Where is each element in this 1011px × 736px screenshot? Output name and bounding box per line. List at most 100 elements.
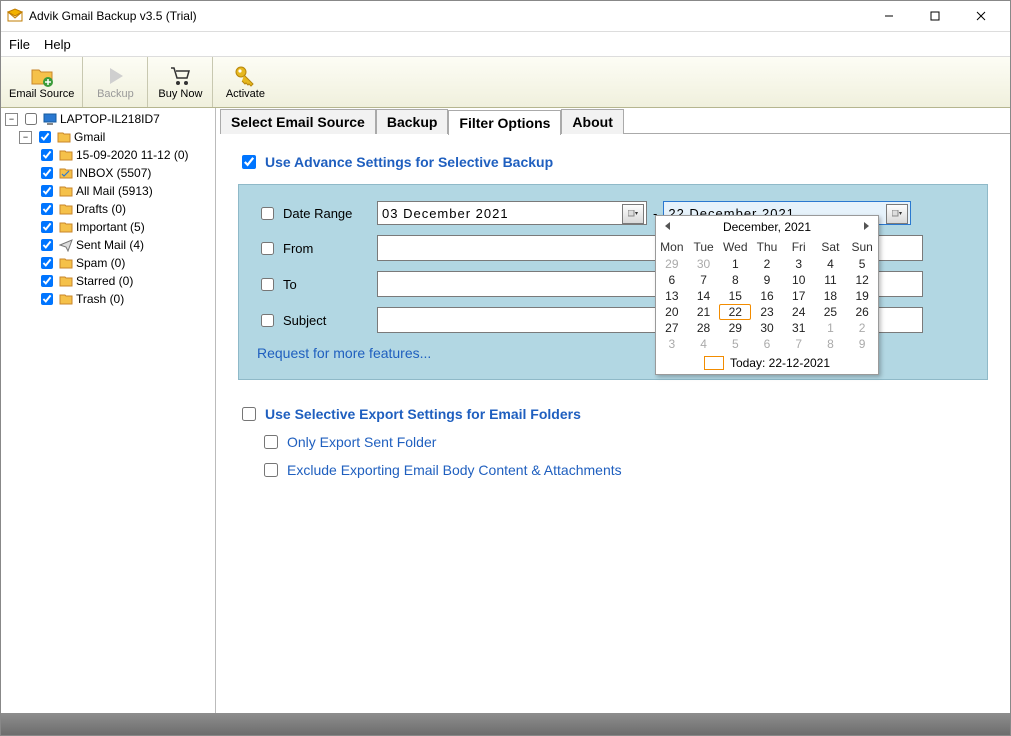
date-from-dropdown[interactable] <box>622 204 644 224</box>
toolbar-activate[interactable]: Activate <box>213 57 277 107</box>
calendar-day[interactable]: 9 <box>846 336 878 352</box>
calendar-day[interactable]: 14 <box>688 288 720 304</box>
close-button[interactable] <box>958 1 1004 31</box>
calendar-day[interactable]: 28 <box>688 320 720 336</box>
date-picker-popup[interactable]: December, 2021 MonTueWedThuFriSatSun 293… <box>655 215 879 375</box>
calendar-day[interactable]: 10 <box>783 272 815 288</box>
calendar-day[interactable]: 22 <box>719 304 751 320</box>
tree-checkbox[interactable] <box>41 149 53 161</box>
calendar-prev[interactable] <box>662 220 674 232</box>
calendar-day[interactable]: 29 <box>656 256 688 272</box>
calendar-today-label[interactable]: Today: 22-12-2021 <box>730 356 830 370</box>
calendar-day[interactable]: 13 <box>656 288 688 304</box>
calendar-day[interactable]: 7 <box>688 272 720 288</box>
tree-checkbox[interactable] <box>41 221 53 233</box>
calendar-dow: Fri <box>783 238 815 256</box>
calendar-day[interactable]: 4 <box>688 336 720 352</box>
date-to-dropdown[interactable] <box>886 204 908 224</box>
calendar-day[interactable]: 8 <box>719 272 751 288</box>
calendar-day[interactable]: 26 <box>846 304 878 320</box>
expand-toggle[interactable]: − <box>19 131 32 144</box>
to-label: To <box>283 277 297 292</box>
maximize-button[interactable] <box>912 1 958 31</box>
calendar-day[interactable]: 15 <box>719 288 751 304</box>
calendar-day[interactable]: 18 <box>815 288 847 304</box>
calendar-day[interactable]: 29 <box>719 320 751 336</box>
calendar-day[interactable]: 30 <box>688 256 720 272</box>
calendar-day[interactable]: 8 <box>815 336 847 352</box>
toolbar-email-source[interactable]: Email Source <box>1 57 83 107</box>
tree-folder[interactable]: All Mail (5913) <box>1 182 215 200</box>
calendar-day[interactable]: 16 <box>751 288 783 304</box>
use-selective-export-checkbox[interactable] <box>242 407 256 421</box>
calendar-day[interactable]: 4 <box>815 256 847 272</box>
tree-checkbox[interactable] <box>39 131 51 143</box>
minimize-button[interactable] <box>866 1 912 31</box>
tree-checkbox[interactable] <box>41 257 53 269</box>
tab-about[interactable]: About <box>561 109 623 134</box>
folder-tree[interactable]: − LAPTOP-IL218ID7 − Gmail 15-09-2020 11-… <box>1 108 216 713</box>
from-checkbox[interactable] <box>261 242 274 255</box>
calendar-day[interactable]: 9 <box>751 272 783 288</box>
calendar-day[interactable]: 21 <box>688 304 720 320</box>
calendar-day[interactable]: 7 <box>783 336 815 352</box>
tree-folder[interactable]: Drafts (0) <box>1 200 215 218</box>
toolbar-buy-now[interactable]: Buy Now <box>148 57 213 107</box>
only-export-sent-checkbox[interactable] <box>264 435 278 449</box>
tree-checkbox[interactable] <box>25 113 37 125</box>
calendar-day[interactable]: 3 <box>656 336 688 352</box>
calendar-day[interactable]: 1 <box>815 320 847 336</box>
calendar-day[interactable]: 6 <box>751 336 783 352</box>
exclude-body-checkbox[interactable] <box>264 463 278 477</box>
tree-checkbox[interactable] <box>41 203 53 215</box>
subject-checkbox[interactable] <box>261 314 274 327</box>
calendar-day[interactable]: 19 <box>846 288 878 304</box>
tree-folder[interactable]: Important (5) <box>1 218 215 236</box>
date-from-input[interactable]: 03 December 2021 <box>377 201 647 225</box>
calendar-day[interactable]: 30 <box>751 320 783 336</box>
calendar-day[interactable]: 23 <box>751 304 783 320</box>
toolbar-backup[interactable]: Backup <box>83 57 148 107</box>
expand-toggle[interactable]: − <box>5 113 18 126</box>
tree-checkbox[interactable] <box>41 275 53 287</box>
tree-folder[interactable]: Starred (0) <box>1 272 215 290</box>
tree-checkbox[interactable] <box>41 167 53 179</box>
tab-backup[interactable]: Backup <box>376 109 449 134</box>
calendar-next[interactable] <box>860 220 872 232</box>
use-advance-settings-checkbox[interactable] <box>242 155 256 169</box>
tab-filter-options[interactable]: Filter Options <box>448 110 561 135</box>
tree-folder[interactable]: Trash (0) <box>1 290 215 308</box>
tree-folder[interactable]: Spam (0) <box>1 254 215 272</box>
tree-checkbox[interactable] <box>41 239 53 251</box>
calendar-day[interactable]: 1 <box>719 256 751 272</box>
tree-folder[interactable]: 15-09-2020 11-12 (0) <box>1 146 215 164</box>
menu-help[interactable]: Help <box>44 37 71 52</box>
calendar-day[interactable]: 5 <box>846 256 878 272</box>
calendar-day[interactable]: 6 <box>656 272 688 288</box>
tree-checkbox[interactable] <box>41 293 53 305</box>
calendar-day[interactable]: 2 <box>846 320 878 336</box>
tree-root[interactable]: − LAPTOP-IL218ID7 <box>1 110 215 128</box>
date-range-checkbox[interactable] <box>261 207 274 220</box>
tree-account[interactable]: − Gmail <box>1 128 215 146</box>
calendar-day[interactable]: 5 <box>719 336 751 352</box>
calendar-day[interactable]: 27 <box>656 320 688 336</box>
calendar-day[interactable]: 2 <box>751 256 783 272</box>
calendar-day[interactable]: 12 <box>846 272 878 288</box>
calendar-day[interactable]: 20 <box>656 304 688 320</box>
calendar-day[interactable]: 31 <box>783 320 815 336</box>
folder-icon <box>59 184 73 198</box>
tab-select-email-source[interactable]: Select Email Source <box>220 109 376 134</box>
calendar-day[interactable]: 25 <box>815 304 847 320</box>
calendar-day[interactable]: 11 <box>815 272 847 288</box>
calendar-day[interactable]: 17 <box>783 288 815 304</box>
tree-folder[interactable]: Sent Mail (4) <box>1 236 215 254</box>
calendar-day[interactable]: 3 <box>783 256 815 272</box>
menu-file[interactable]: File <box>9 37 30 52</box>
to-checkbox[interactable] <box>261 278 274 291</box>
calendar-month-label[interactable]: December, 2021 <box>723 220 811 234</box>
tree-checkbox[interactable] <box>41 185 53 197</box>
tree-folder[interactable]: INBOX (5507) <box>1 164 215 182</box>
calendar-day[interactable]: 24 <box>783 304 815 320</box>
use-selective-export-label: Use Selective Export Settings for Email … <box>265 406 581 422</box>
